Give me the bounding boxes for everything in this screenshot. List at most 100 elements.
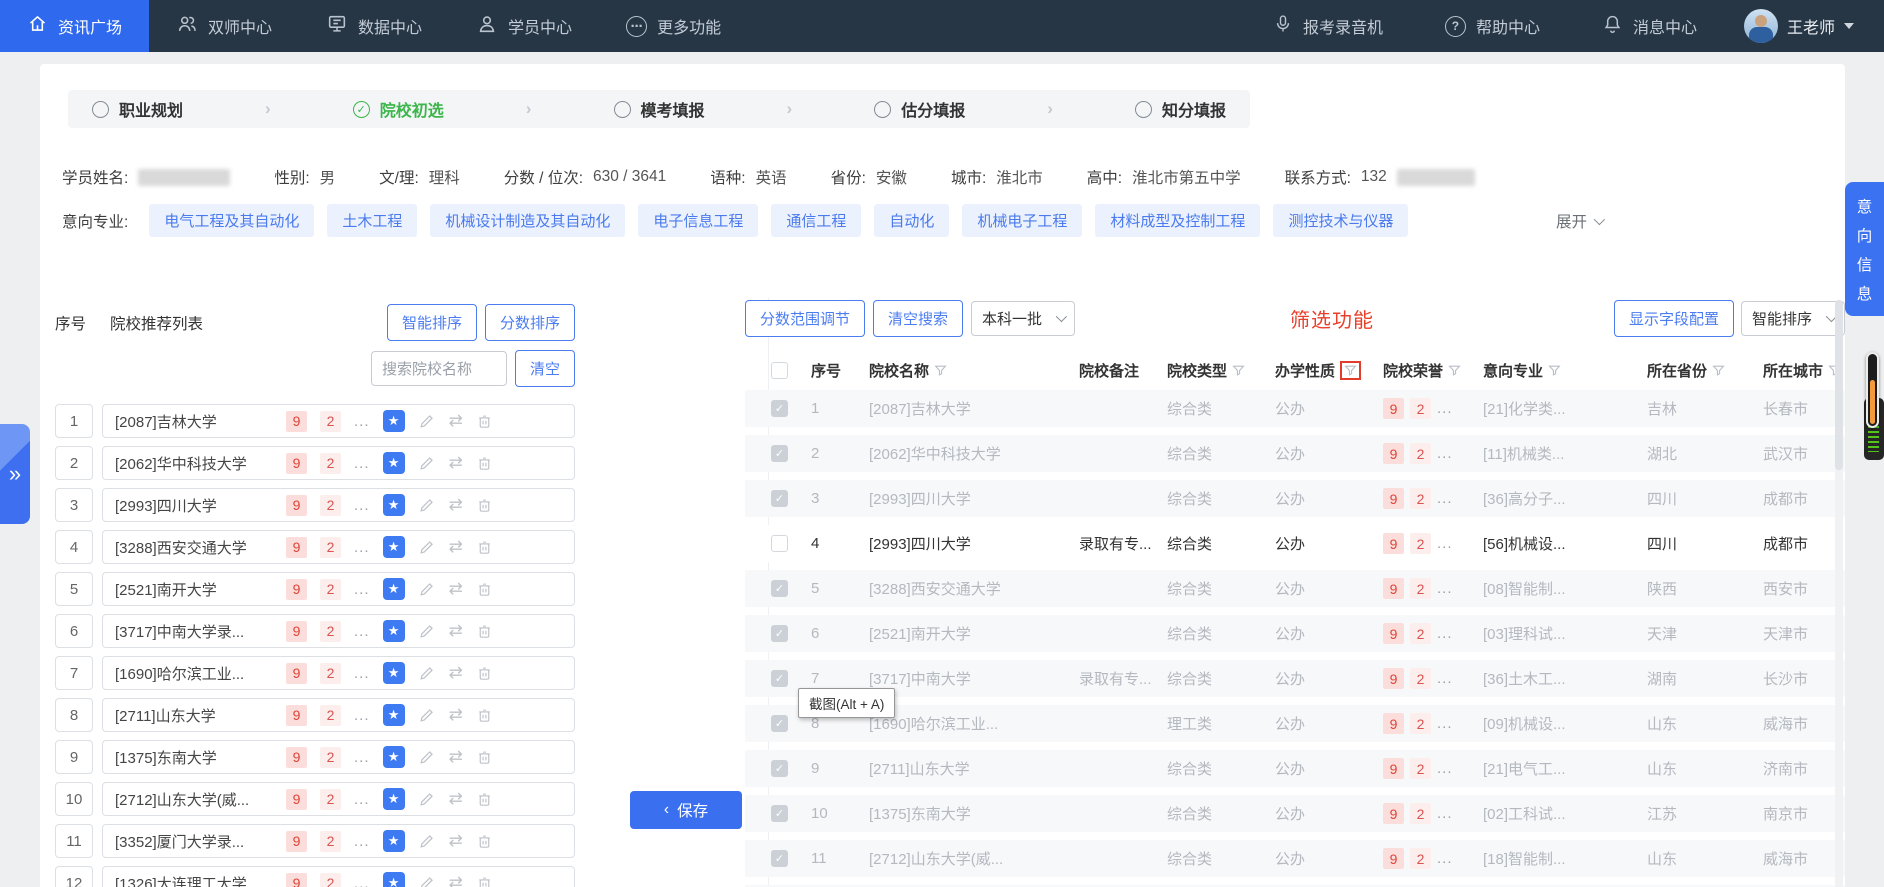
- nav-item-news-plaza[interactable]: 资讯广场: [0, 0, 150, 52]
- table-row[interactable]: 11 [2712]山东大学(威... 综合类 公办 92... [18]智能制.…: [745, 840, 1845, 877]
- more-ellipsis[interactable]: ...: [354, 539, 370, 556]
- edit-icon[interactable]: [418, 706, 436, 724]
- star-button[interactable]: ★: [382, 452, 405, 474]
- table-row[interactable]: 3 [2993]四川大学 综合类 公办 92... [36]高分子... 四川 …: [745, 480, 1845, 517]
- swap-icon[interactable]: ⇄: [449, 873, 463, 887]
- more-ellipsis[interactable]: ...: [354, 833, 370, 850]
- more-ellipsis[interactable]: ...: [354, 665, 370, 682]
- delete-icon[interactable]: [476, 580, 494, 598]
- school-list-item[interactable]: [1326]大连理工大学 9 2 ... ★ ⇄: [102, 866, 575, 887]
- more-ellipsis[interactable]: ...: [354, 791, 370, 808]
- school-search-select[interactable]: 搜索院校名称: [370, 351, 507, 386]
- swap-icon[interactable]: ⇄: [449, 411, 463, 431]
- table-row[interactable]: 9 [2711]山东大学 综合类 公办 92... [21]电气工... 山东 …: [745, 750, 1845, 787]
- delete-icon[interactable]: [476, 622, 494, 640]
- edit-icon[interactable]: [418, 454, 436, 472]
- more-ellipsis[interactable]: ...: [354, 497, 370, 514]
- clear-search-button[interactable]: 清空搜索: [873, 299, 964, 337]
- delete-icon[interactable]: [476, 412, 494, 430]
- edit-icon[interactable]: [418, 622, 436, 640]
- star-button[interactable]: ★: [382, 410, 405, 432]
- swap-icon[interactable]: ⇄: [449, 705, 463, 725]
- more-ellipsis[interactable]: ...: [354, 581, 370, 598]
- clear-button[interactable]: 清空: [514, 350, 575, 387]
- more-ellipsis[interactable]: ...: [1437, 400, 1453, 417]
- expand-link[interactable]: 展开: [1556, 210, 1606, 232]
- stepper-step[interactable]: 职业规划: [92, 97, 183, 121]
- row-checkbox[interactable]: [771, 445, 788, 462]
- swap-icon[interactable]: ⇄: [449, 621, 463, 641]
- edit-icon[interactable]: [418, 832, 436, 850]
- edit-icon[interactable]: [418, 538, 436, 556]
- delete-icon[interactable]: [476, 874, 494, 887]
- delete-icon[interactable]: [476, 706, 494, 724]
- more-ellipsis[interactable]: ...: [1437, 760, 1453, 777]
- swap-icon[interactable]: ⇄: [449, 579, 463, 599]
- scrollbar-thumb[interactable]: [1835, 300, 1843, 470]
- table-scrollbar[interactable]: [1835, 300, 1843, 887]
- nature-filter-icon-highlighted[interactable]: [1340, 360, 1362, 380]
- more-ellipsis[interactable]: ...: [354, 749, 370, 766]
- more-ellipsis[interactable]: ...: [1437, 715, 1453, 732]
- nav-item-more-features[interactable]: ⋯ 更多功能: [599, 0, 748, 52]
- score-range-button[interactable]: 分数范围调节: [745, 299, 866, 337]
- school-list-item[interactable]: [2087]吉林大学 9 2 ... ★ ⇄: [102, 404, 575, 438]
- star-button[interactable]: ★: [382, 704, 405, 726]
- user-menu[interactable]: 王老师: [1732, 9, 1866, 43]
- star-button[interactable]: ★: [382, 494, 405, 516]
- edit-icon[interactable]: [418, 790, 436, 808]
- more-ellipsis[interactable]: ...: [1437, 445, 1453, 462]
- school-list-item[interactable]: [2711]山东大学 9 2 ... ★ ⇄: [102, 698, 575, 732]
- more-ellipsis[interactable]: ...: [1437, 805, 1453, 822]
- table-row[interactable]: 6 [2521]南开大学 综合类 公办 92... [03]理科试... 天津 …: [745, 615, 1845, 652]
- intent-info-side-tab[interactable]: 意向信息: [1845, 182, 1884, 316]
- delete-icon[interactable]: [476, 496, 494, 514]
- delete-icon[interactable]: [476, 790, 494, 808]
- swap-icon[interactable]: ⇄: [449, 495, 463, 515]
- school-list-item[interactable]: [3717]中南大学录... 9 2 ... ★ ⇄: [102, 614, 575, 648]
- more-ellipsis[interactable]: ...: [1437, 490, 1453, 507]
- table-row[interactable]: 8 [1690]哈尔滨工业... 理工类 公办 92... [09]机械设...…: [745, 705, 1845, 742]
- sort-select[interactable]: 智能排序: [1740, 300, 1845, 336]
- more-ellipsis[interactable]: ...: [354, 455, 370, 472]
- school-list-item[interactable]: [2062]华中科技大学 9 2 ... ★ ⇄: [102, 446, 575, 480]
- select-all-checkbox[interactable]: [771, 361, 788, 379]
- swap-icon[interactable]: ⇄: [449, 663, 463, 683]
- nav-item-data-center[interactable]: 数据中心: [299, 0, 449, 52]
- swap-icon[interactable]: ⇄: [449, 747, 463, 767]
- filter-icon[interactable]: [1448, 364, 1461, 377]
- row-checkbox[interactable]: [771, 535, 788, 552]
- swap-icon[interactable]: ⇄: [449, 453, 463, 473]
- score-sort-button[interactable]: 分数排序: [484, 304, 575, 341]
- school-list-item[interactable]: [3288]西安交通大学 9 2 ... ★ ⇄: [102, 530, 575, 564]
- save-button[interactable]: ‹ 保存: [630, 791, 742, 829]
- batch-select[interactable]: 本科一批: [971, 300, 1076, 336]
- row-checkbox[interactable]: [771, 715, 788, 732]
- more-ellipsis[interactable]: ...: [354, 707, 370, 724]
- table-row[interactable]: 2 [2062]华中科技大学 综合类 公办 92... [11]机械类... 湖…: [745, 435, 1845, 472]
- delete-icon[interactable]: [476, 454, 494, 472]
- stepper-step[interactable]: 知分填报: [1135, 97, 1226, 121]
- more-ellipsis[interactable]: ...: [1437, 670, 1453, 687]
- table-row[interactable]: 1 [2087]吉林大学 综合类 公办 92... [21]化学类... 吉林 …: [745, 390, 1845, 427]
- more-ellipsis[interactable]: ...: [354, 623, 370, 640]
- school-list-item[interactable]: [1375]东南大学 9 2 ... ★ ⇄: [102, 740, 575, 774]
- table-row[interactable]: 5 [3288]西安交通大学 综合类 公办 92... [08]智能制... 陕…: [745, 570, 1845, 607]
- star-button[interactable]: ★: [382, 746, 405, 768]
- school-list-item[interactable]: [2521]南开大学 9 2 ... ★ ⇄: [102, 572, 575, 606]
- star-button[interactable]: ★: [382, 578, 405, 600]
- more-ellipsis[interactable]: ...: [1437, 535, 1453, 552]
- row-checkbox[interactable]: [771, 760, 788, 777]
- more-ellipsis[interactable]: ...: [1437, 625, 1453, 642]
- table-row[interactable]: 4 [2993]四川大学 录取有专... 综合类 公办 9 2... [56]机械…: [745, 525, 1845, 562]
- school-list-item[interactable]: [3352]厦门大学录... 9 2 ... ★ ⇄: [102, 824, 575, 858]
- nav-item-student-center[interactable]: 学员中心: [449, 0, 599, 52]
- row-checkbox[interactable]: [771, 400, 788, 417]
- filter-icon[interactable]: [1232, 364, 1245, 377]
- row-checkbox[interactable]: [771, 580, 788, 597]
- stepper-step[interactable]: 院校初选: [352, 97, 444, 121]
- table-row[interactable]: 10 [1375]东南大学 综合类 公办 92... [02]工科试... 江苏…: [745, 795, 1845, 832]
- school-list-item[interactable]: [2993]四川大学 9 2 ... ★ ⇄: [102, 488, 575, 522]
- star-button[interactable]: ★: [382, 662, 405, 684]
- smart-sort-button[interactable]: 智能排序: [386, 304, 477, 341]
